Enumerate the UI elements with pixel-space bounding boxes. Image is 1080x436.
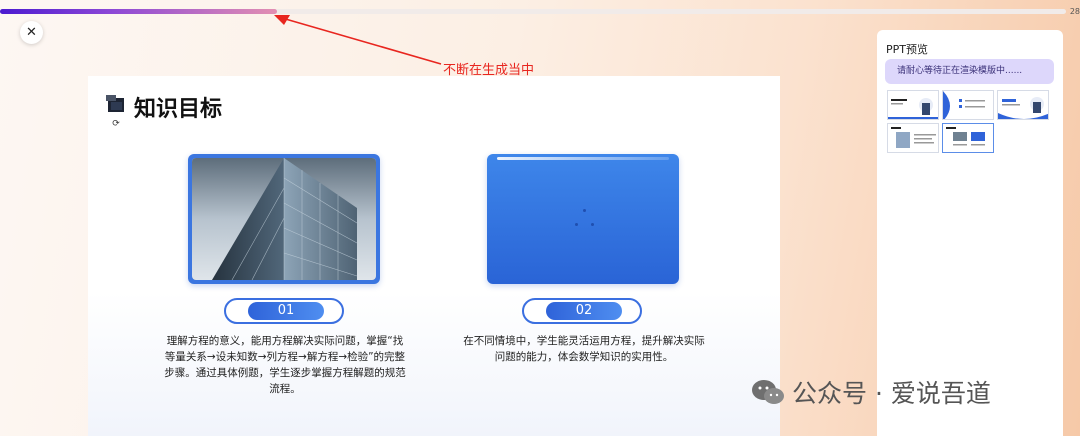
item-description-2: 在不同情境中，学生能灵活运用方程，提升解决实际问题的能力，体会数学知识的实用性。 — [463, 335, 705, 363]
refresh-icon[interactable]: ⟳ — [111, 119, 121, 129]
watermark: 公众号 · 爱说吾道 — [750, 374, 991, 410]
preview-title: PPT预览 — [886, 43, 928, 56]
watermark-text: 公众号 · 爱说吾道 — [792, 379, 991, 408]
slide-title: 知识目标 — [134, 97, 223, 122]
item-image-1 — [188, 154, 380, 284]
close-icon: ✕ — [26, 25, 37, 40]
item-number-1: 01 — [248, 302, 324, 320]
item-number-badge-1: 01 — [224, 298, 344, 324]
item-description-1: 理解方程的意义，能用方程解决实际问题，掌握“找等量关系→设未知数→列方程→解方程… — [164, 335, 406, 395]
wechat-icon — [752, 380, 784, 404]
loading-spinner-icon — [573, 209, 597, 229]
progress-fill — [0, 9, 278, 14]
building-photo — [192, 158, 376, 280]
slide-canvas: 知识目标 ⟳ 01 02 理解方程的意义，能用方程解决实际问题，掌握“找等量关系… — [88, 76, 780, 436]
item-number-badge-2: 02 — [522, 298, 642, 324]
item-number-2: 02 — [546, 302, 622, 320]
book-icon — [106, 95, 124, 112]
close-button[interactable]: ✕ — [20, 21, 43, 44]
progress-value: 28 — [1069, 7, 1080, 16]
card-shine — [497, 157, 669, 160]
item-image-2-loading — [487, 154, 679, 284]
slide-thumbnail-4[interactable] — [887, 123, 939, 153]
slide-thumbnail-5[interactable] — [942, 123, 994, 153]
render-status-message: 请耐心等待正在渲染模版中...... — [885, 59, 1054, 84]
slide-thumbnail-2[interactable] — [942, 90, 994, 120]
slide-thumbnail-1[interactable] — [887, 90, 939, 120]
generation-progress-bar — [0, 9, 1066, 14]
slide-thumbnail-3[interactable] — [997, 90, 1049, 120]
